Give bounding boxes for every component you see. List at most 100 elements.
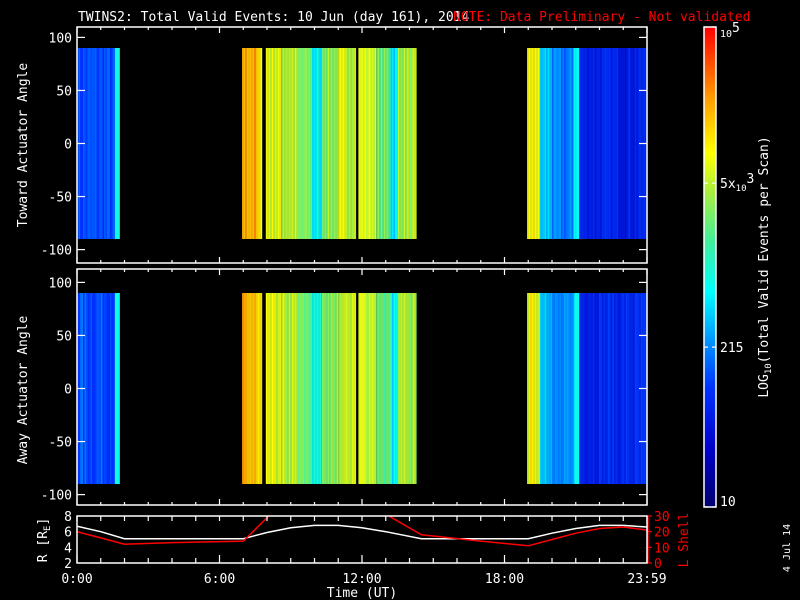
time-axis-label: Time (UT) [327, 586, 397, 600]
heatmap-column [256, 293, 258, 484]
colorbar-swatch [704, 157, 716, 160]
colorbar-swatch [704, 379, 716, 382]
colorbar-swatch [704, 349, 716, 352]
colorbar-swatch [704, 165, 716, 168]
heatmap-column [619, 48, 622, 239]
colorbar-swatch [704, 59, 716, 62]
heatmap-column [549, 293, 551, 484]
heatmap-column [610, 293, 613, 484]
r-tick-label: 2 [64, 557, 72, 572]
colorbar-tick-label: 215 [720, 341, 743, 356]
heatmap-column [541, 293, 544, 484]
heatmap-column [601, 293, 604, 484]
heatmap-column [316, 48, 319, 239]
heatmap-column [583, 293, 586, 484]
y-tick-label: -50 [49, 191, 72, 206]
colorbar-swatch [704, 33, 716, 36]
heatmap-column [297, 293, 300, 484]
heatmap-column [592, 48, 595, 239]
heatmap-column [405, 48, 407, 239]
heatmap-column [99, 293, 102, 484]
heatmap-column [582, 293, 584, 484]
heatmap-column [287, 48, 289, 239]
colorbar-swatch [704, 101, 716, 104]
heatmap-column [385, 48, 387, 239]
colorbar-swatch [704, 501, 716, 504]
heatmap-column [601, 48, 604, 239]
colorbar-swatch [704, 187, 716, 190]
heatmap-column [293, 48, 295, 239]
colorbar-swatch [704, 77, 716, 80]
colorbar-swatch [704, 143, 716, 146]
heatmap-column [409, 293, 412, 484]
colorbar-swatch [704, 81, 716, 84]
heatmap-column [277, 293, 280, 484]
colorbar-swatch [704, 443, 716, 446]
colorbar-swatch [704, 367, 716, 370]
heatmap-column [113, 48, 115, 239]
colorbar-swatch [704, 453, 716, 456]
colorbar-swatch [704, 363, 716, 366]
heatmap-column [368, 293, 371, 484]
heatmap-column [561, 48, 563, 239]
heatmap-column [537, 293, 540, 484]
heatmap-column [362, 48, 365, 239]
heatmap-column [541, 48, 544, 239]
heatmap-column [259, 293, 261, 484]
heatmap-column [252, 293, 255, 484]
heatmap-column [618, 293, 620, 484]
toward-panel: 100 50 0 -50 -100 [41, 27, 648, 263]
colorbar-swatch [704, 69, 716, 72]
heatmap-column [270, 293, 272, 484]
colorbar-swatch [704, 323, 716, 326]
colorbar-swatch [704, 131, 716, 134]
heatmap-column [359, 48, 362, 239]
colorbar-swatch [704, 167, 716, 170]
heatmap-column [559, 48, 562, 239]
heatmap-column [326, 293, 328, 484]
heatmap-column [115, 293, 117, 484]
colorbar-swatch [704, 149, 716, 152]
heatmap-column [630, 293, 632, 484]
l-shell-tick-label: 10 [654, 541, 670, 556]
heatmap-column [585, 293, 587, 484]
colorbar-swatch [704, 31, 716, 34]
colorbar-swatch [704, 329, 716, 332]
colorbar-swatch [704, 113, 716, 116]
heatmap-column [300, 293, 303, 484]
heatmap-column [251, 48, 253, 239]
colorbar-swatch [704, 305, 716, 308]
colorbar-swatch [704, 45, 716, 48]
heatmap-column [339, 293, 342, 484]
colorbar-swatch [704, 191, 716, 194]
heatmap-column [327, 48, 330, 239]
colorbar-swatch [704, 351, 716, 354]
heatmap-column [408, 293, 410, 484]
colorbar-swatch [704, 63, 716, 66]
heatmap-column [574, 293, 577, 484]
colorbar-swatch [704, 91, 716, 94]
heatmap-column [386, 48, 389, 239]
colorbar-swatch [704, 211, 716, 214]
heatmap-column [345, 48, 348, 239]
colorbar-swatch [704, 199, 716, 202]
heatmap-column [367, 48, 369, 239]
heatmap-column [606, 293, 608, 484]
heatmap-column [409, 48, 412, 239]
heatmap-column [544, 48, 547, 239]
colorbar-swatch [704, 271, 716, 274]
colorbar-swatch [704, 289, 716, 292]
colorbar-swatch [704, 343, 716, 346]
colorbar-swatch [704, 153, 716, 156]
heatmap-column [321, 48, 324, 239]
colorbar-swatch [704, 245, 716, 248]
colorbar-swatch [704, 133, 716, 136]
heatmap-column [116, 293, 119, 484]
heatmap-column [248, 293, 250, 484]
heatmap-column [627, 293, 629, 484]
colorbar-swatch [704, 97, 716, 100]
heatmap-column [279, 293, 281, 484]
away-ylabel: Away Actuator Angle [16, 315, 31, 464]
colorbar-label: LOG10(Total Valid Events per Scan) [757, 136, 774, 397]
heatmap-column [604, 293, 607, 484]
